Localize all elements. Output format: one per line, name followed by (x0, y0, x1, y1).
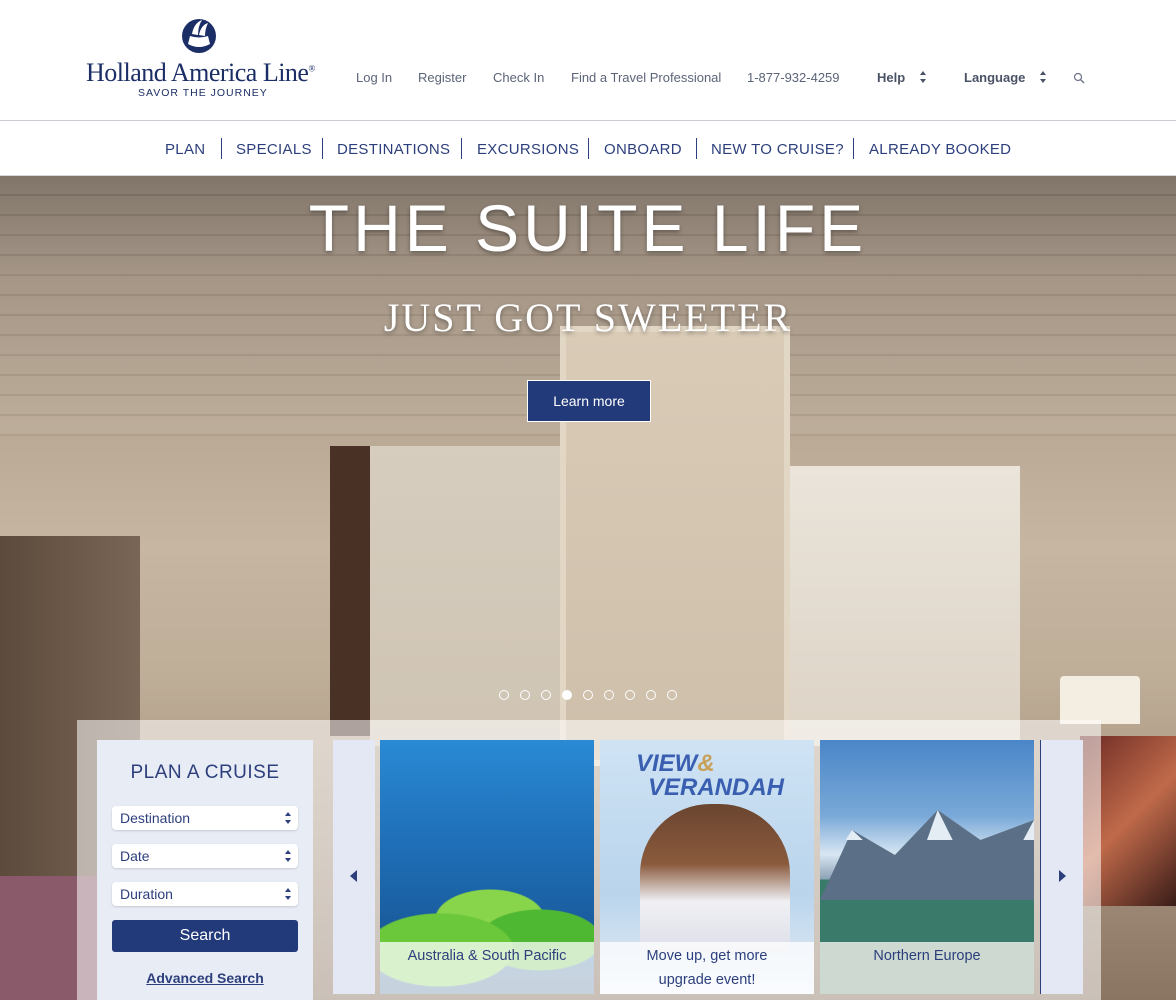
hero-background-curtain (330, 446, 370, 736)
ship-logo-icon (182, 19, 216, 53)
duration-select-label: Duration (120, 886, 173, 902)
date-select-label: Date (120, 848, 150, 864)
nav-excursions[interactable]: EXCURSIONS (477, 141, 579, 158)
slide-dot[interactable] (541, 690, 551, 700)
nav-new-to-cruise[interactable]: NEW TO CRUISE? (711, 141, 844, 158)
main-nav: PLAN SPECIALS DESTINATIONS EXCURSIONS ON… (0, 121, 1176, 176)
nav-plan[interactable]: PLAN (165, 141, 205, 158)
date-select[interactable]: Date (112, 844, 298, 868)
brand-tagline: SAVOR THE JOURNEY (138, 87, 268, 99)
promo-card-view-verandah[interactable]: VIEW& VERANDAH Move up, get more upgrade… (600, 740, 814, 994)
couple-figure (640, 804, 790, 954)
search-button[interactable]: Search (112, 920, 298, 952)
language-menu[interactable]: Language (964, 70, 1025, 85)
checkin-link[interactable]: Check In (493, 70, 544, 85)
hero-background-window-right (790, 466, 1020, 746)
slide-dot[interactable] (499, 690, 509, 700)
chevron-left-icon (350, 870, 357, 882)
nav-specials[interactable]: SPECIALS (236, 141, 312, 158)
nav-destinations[interactable]: DESTINATIONS (337, 141, 450, 158)
card-caption-line: Move up, get more (646, 948, 768, 964)
phone-link[interactable]: 1-877-932-4259 (747, 70, 840, 85)
find-travel-professional-link[interactable]: Find a Travel Professional (571, 70, 721, 85)
nav-divider (461, 138, 462, 159)
duration-select[interactable]: Duration (112, 882, 298, 906)
hero-background-lamp (1060, 676, 1140, 724)
nav-divider (322, 138, 323, 159)
slide-dot[interactable] (667, 690, 677, 700)
carousel-next-button[interactable] (1041, 740, 1083, 994)
slide-dot[interactable] (583, 690, 593, 700)
help-menu[interactable]: Help (877, 70, 905, 85)
site-header: Holland America Line® SAVOR THE JOURNEY … (0, 0, 1176, 121)
destination-select[interactable]: Destination (112, 806, 298, 830)
hero-title: THE SUITE LIFE (308, 191, 868, 265)
carousel-prev-button[interactable] (333, 740, 375, 994)
help-updown-icon (920, 71, 926, 83)
language-updown-icon (1040, 71, 1046, 83)
slide-dot[interactable] (625, 690, 635, 700)
badge-word: VERANDAH (648, 774, 785, 801)
login-link[interactable]: Log In (356, 70, 392, 85)
badge-word: VIEW (636, 750, 698, 777)
plan-a-cruise-widget: PLAN A CRUISE Destination Date Duration … (97, 740, 313, 1000)
brand-name: Holland America Line® (86, 58, 315, 87)
nav-divider (221, 138, 222, 159)
advanced-search-link[interactable]: Advanced Search (97, 970, 313, 986)
promo-card-australia[interactable]: Australia & South Pacific (380, 740, 594, 994)
card-caption: Northern Europe (820, 942, 1034, 994)
plan-title: PLAN A CRUISE (130, 762, 280, 783)
updown-icon (285, 812, 291, 824)
updown-icon (285, 850, 291, 862)
logo[interactable]: Holland America Line® SAVOR THE JOURNEY (86, 14, 318, 100)
slide-dot[interactable] (604, 690, 614, 700)
view-verandah-badge: VIEW& VERANDAH (636, 752, 784, 800)
learn-more-button[interactable]: Learn more (527, 380, 651, 422)
nav-divider (853, 138, 854, 159)
nav-onboard[interactable]: ONBOARD (604, 141, 682, 158)
search-icon[interactable] (1073, 72, 1085, 84)
card-caption: Move up, get more upgrade event! (600, 942, 814, 994)
hero-subtitle: JUST GOT SWEETER (383, 295, 793, 340)
promo-card-northern-europe[interactable]: Northern Europe (820, 740, 1034, 994)
card-caption-line: upgrade event! (658, 972, 756, 988)
updown-icon (285, 888, 291, 900)
nav-divider (696, 138, 697, 159)
badge-amp: & (697, 750, 715, 777)
nav-divider (588, 138, 589, 159)
destination-select-label: Destination (120, 810, 191, 826)
register-link[interactable]: Register (418, 70, 466, 85)
chevron-right-icon (1059, 870, 1066, 882)
slide-dot-active[interactable] (562, 690, 572, 700)
slide-dot[interactable] (646, 690, 656, 700)
card-caption: Australia & South Pacific (380, 942, 594, 994)
nav-already-booked[interactable]: ALREADY BOOKED (869, 141, 1011, 158)
slide-dot[interactable] (520, 690, 530, 700)
